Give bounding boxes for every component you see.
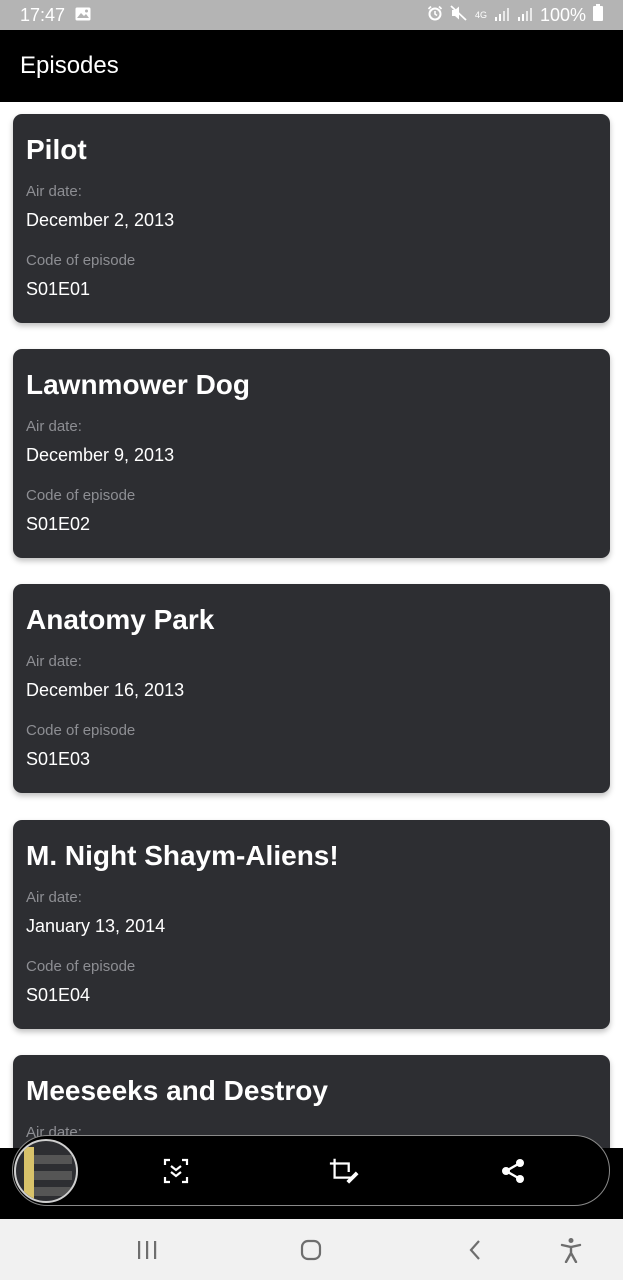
screenshot-thumbnail[interactable] [14,1139,78,1203]
gallery-icon [75,5,91,26]
episode-card[interactable]: Anatomy Park Air date: December 16, 2013… [13,584,610,793]
status-bar: 17:47 4G 100% [0,0,623,30]
air-date-value: January 13, 2014 [26,916,166,936]
page-title: Episodes [20,52,119,79]
signal-icon [494,5,510,26]
mute-icon [450,4,468,26]
status-time: 17:47 [20,4,66,25]
crop-edit-icon[interactable] [328,1155,360,1187]
episode-code-value: S01E02 [26,514,91,534]
episode-name: M. Night Shaym-Aliens! [26,840,339,871]
episode-name: Meeseeks and Destroy [26,1075,328,1106]
episode-card[interactable]: Lawnmower Dog Air date: December 9, 2013… [13,349,610,558]
episode-name: Pilot [26,134,87,165]
alarm-icon [427,5,443,26]
battery-icon [593,4,603,26]
episode-list[interactable]: Pilot Air date: December 2, 2013 Code of… [0,102,623,1148]
episode-code-label: Code of episode [26,252,136,269]
episode-code-label: Code of episode [26,487,136,504]
share-icon[interactable] [497,1155,529,1187]
recents-icon[interactable] [131,1234,163,1266]
episode-code-label: Code of episode [26,958,136,975]
episode-name: Lawnmower Dog [26,369,251,400]
system-nav-bar [0,1219,623,1280]
episode-code-label: Code of episode [26,722,136,739]
signal-icon [517,5,533,26]
air-date-value: December 2, 2013 [26,210,175,230]
air-date-label: Air date: [26,418,82,435]
battery-text: 100% [539,4,586,25]
episode-code-value: S01E04 [26,985,91,1005]
network-4g-label: 4G [474,9,487,20]
accessibility-icon[interactable] [555,1234,587,1266]
home-icon[interactable] [295,1234,327,1266]
back-icon[interactable] [459,1234,491,1266]
episode-code-value: S01E01 [26,279,91,299]
air-date-label: Air date: [26,653,82,670]
air-date-value: December 16, 2013 [26,680,185,700]
episode-card[interactable]: M. Night Shaym-Aliens! Air date: January… [13,820,610,1029]
episode-name: Anatomy Park [26,604,215,635]
scroll-capture-icon[interactable] [160,1155,192,1187]
episode-code-value: S01E03 [26,749,91,769]
air-date-label: Air date: [26,889,82,906]
air-date-label: Air date: [26,183,82,200]
episode-card[interactable]: Pilot Air date: December 2, 2013 Code of… [13,114,610,323]
air-date-value: December 9, 2013 [26,445,175,465]
app-bar: Episodes [0,30,623,102]
